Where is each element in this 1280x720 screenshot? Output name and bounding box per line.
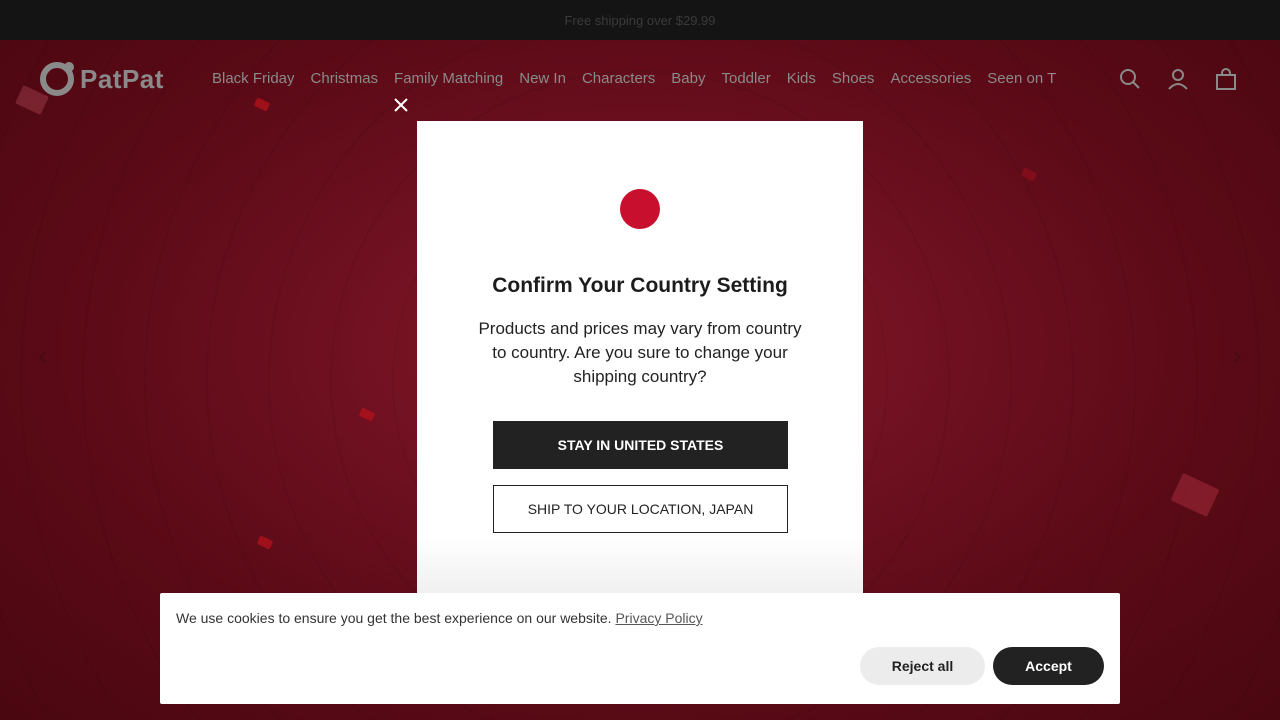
nav-item-characters[interactable]: Characters (582, 70, 655, 87)
carousel-prev-icon[interactable] (36, 350, 50, 364)
modal-description: Products and prices may vary from countr… (478, 319, 802, 386)
cookie-banner: We use cookies to ensure you get the bes… (160, 593, 1120, 704)
site-header: PatPat Black Friday Christmas Family Mat… (0, 40, 1280, 120)
account-icon[interactable] (1167, 68, 1189, 90)
nav-item-toddler[interactable]: Toddler (722, 70, 771, 87)
privacy-policy-link[interactable]: Privacy Policy (615, 610, 702, 626)
logo-icon (40, 62, 74, 96)
cookie-message-line: We use cookies to ensure you get the bes… (176, 610, 703, 626)
ship-to-japan-button[interactable]: SHIP TO YOUR LOCATION, JAPAN (493, 485, 788, 533)
nav-item-seen-on[interactable]: Seen on T (987, 70, 1056, 87)
confetti-decoration (256, 535, 274, 550)
nav-item-family-matching[interactable]: Family Matching (394, 70, 503, 87)
country-modal: Confirm Your Country Setting Products an… (417, 121, 863, 593)
nav-item-kids[interactable]: Kids (787, 70, 816, 87)
stay-in-us-button[interactable]: STAY IN UNITED STATES (493, 421, 788, 469)
japan-flag-icon (620, 189, 660, 229)
confetti-decoration (1170, 472, 1220, 518)
announcement-bar: Free shipping over $29.99 (0, 0, 1280, 40)
nav-item-baby[interactable]: Baby (671, 70, 705, 87)
close-icon[interactable] (391, 95, 411, 115)
accept-button[interactable]: Accept (993, 647, 1104, 685)
search-icon[interactable] (1119, 68, 1141, 90)
nav-item-black-friday[interactable]: Black Friday (212, 70, 295, 87)
modal-title: Confirm Your Country Setting (492, 274, 788, 297)
nav-item-accessories[interactable]: Accessories (890, 70, 971, 87)
confetti-decoration (1020, 167, 1038, 182)
nav-item-new-in[interactable]: New In (519, 70, 566, 87)
logo-text: PatPat (80, 63, 164, 94)
announcement-text: Free shipping over $29.99 (564, 12, 716, 28)
cart-icon[interactable] (1215, 68, 1237, 90)
reject-all-button[interactable]: Reject all (860, 647, 985, 685)
nav-item-shoes[interactable]: Shoes (832, 70, 875, 87)
nav-item-christmas[interactable]: Christmas (311, 70, 379, 87)
confetti-decoration (358, 407, 376, 422)
main-nav: Black Friday Christmas Family Matching N… (212, 70, 1076, 87)
cookie-message: We use cookies to ensure you get the bes… (176, 610, 612, 626)
carousel-next-icon[interactable] (1230, 350, 1244, 364)
patpat-logo[interactable]: PatPat (40, 62, 164, 96)
